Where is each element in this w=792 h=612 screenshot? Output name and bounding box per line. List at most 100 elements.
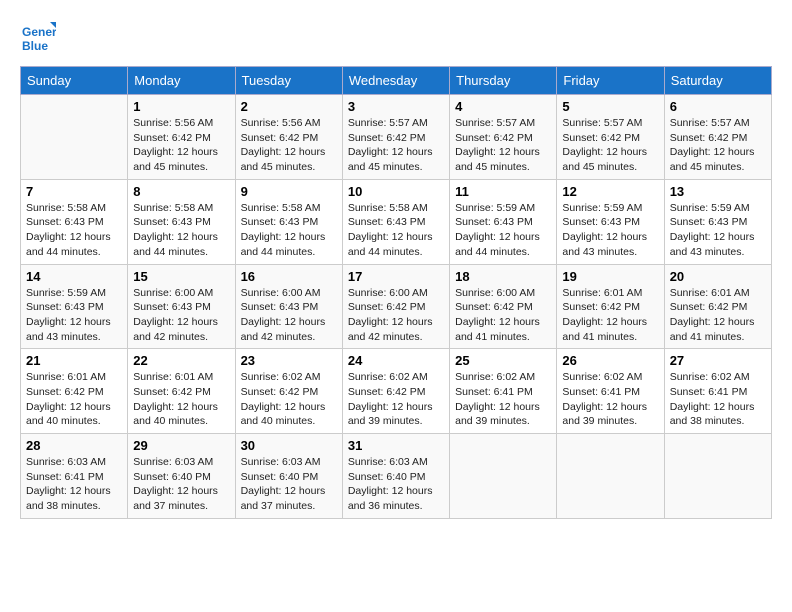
calendar-cell: 8 Sunrise: 5:58 AMSunset: 6:43 PMDaylight… xyxy=(128,179,235,264)
day-number: 17 xyxy=(348,269,444,284)
day-number: 30 xyxy=(241,438,337,453)
day-number: 10 xyxy=(348,184,444,199)
day-info: Sunrise: 5:57 AMSunset: 6:42 PMDaylight:… xyxy=(348,117,433,173)
weekday-header-thursday: Thursday xyxy=(450,67,557,95)
day-info: Sunrise: 5:59 AMSunset: 6:43 PMDaylight:… xyxy=(455,202,540,258)
day-number: 12 xyxy=(562,184,658,199)
day-number: 13 xyxy=(670,184,766,199)
calendar-cell: 5 Sunrise: 5:57 AMSunset: 6:42 PMDaylight… xyxy=(557,95,664,180)
calendar-cell: 15Sunrise: 6:00 AMSunset: 6:43 PMDayligh… xyxy=(128,264,235,349)
day-number: 31 xyxy=(348,438,444,453)
day-info: Sunrise: 6:00 AMSunset: 6:43 PMDaylight:… xyxy=(133,287,218,343)
calendar-cell: 30 Sunrise: 6:03 AMSunset: 6:40 PMDayligh… xyxy=(235,434,342,519)
day-number: 9 xyxy=(241,184,337,199)
day-number: 11 xyxy=(455,184,551,199)
calendar-cell: 12 Sunrise: 5:59 AMSunset: 6:43 PMDayligh… xyxy=(557,179,664,264)
calendar-cell: 10 Sunrise: 5:58 AMSunset: 6:43 PMDayligh… xyxy=(342,179,449,264)
svg-text:General: General xyxy=(22,25,56,39)
calendar-cell: 24Sunrise: 6:02 AMSunset: 6:42 PMDayligh… xyxy=(342,349,449,434)
calendar-cell: 26 Sunrise: 6:02 AMSunset: 6:41 PMDayligh… xyxy=(557,349,664,434)
calendar-cell: 22 Sunrise: 6:01 AMSunset: 6:42 PMDayligh… xyxy=(128,349,235,434)
calendar-cell: 25 Sunrise: 6:02 AMSunset: 6:41 PMDayligh… xyxy=(450,349,557,434)
day-info: Sunrise: 5:56 AMSunset: 6:42 PMDaylight:… xyxy=(241,117,326,173)
day-number: 26 xyxy=(562,353,658,368)
day-info: Sunrise: 6:02 AMSunset: 6:41 PMDaylight:… xyxy=(562,371,647,427)
calendar-cell xyxy=(21,95,128,180)
day-info: Sunrise: 6:03 AMSunset: 6:41 PMDaylight:… xyxy=(26,456,111,512)
svg-text:Blue: Blue xyxy=(22,39,48,53)
day-info: Sunrise: 6:02 AMSunset: 6:41 PMDaylight:… xyxy=(455,371,540,427)
day-info: Sunrise: 6:03 AMSunset: 6:40 PMDaylight:… xyxy=(241,456,326,512)
calendar-cell: 20 Sunrise: 6:01 AMSunset: 6:42 PMDayligh… xyxy=(664,264,771,349)
day-number: 14 xyxy=(26,269,122,284)
calendar-cell: 19Sunrise: 6:01 AMSunset: 6:42 PMDayligh… xyxy=(557,264,664,349)
day-info: Sunrise: 5:59 AMSunset: 6:43 PMDaylight:… xyxy=(26,287,111,343)
day-number: 25 xyxy=(455,353,551,368)
day-number: 1 xyxy=(133,99,229,114)
day-info: Sunrise: 5:56 AMSunset: 6:42 PMDaylight:… xyxy=(133,117,218,173)
day-number: 16 xyxy=(241,269,337,284)
calendar-cell xyxy=(664,434,771,519)
calendar-week-5: 28 Sunrise: 6:03 AMSunset: 6:41 PMDayligh… xyxy=(21,434,772,519)
calendar-cell: 23Sunrise: 6:02 AMSunset: 6:42 PMDayligh… xyxy=(235,349,342,434)
day-info: Sunrise: 6:02 AMSunset: 6:41 PMDaylight:… xyxy=(670,371,755,427)
calendar-cell: 28 Sunrise: 6:03 AMSunset: 6:41 PMDayligh… xyxy=(21,434,128,519)
calendar-cell: 21 Sunrise: 6:01 AMSunset: 6:42 PMDayligh… xyxy=(21,349,128,434)
calendar-week-2: 7 Sunrise: 5:58 AMSunset: 6:43 PMDaylight… xyxy=(21,179,772,264)
calendar-cell: 4Sunrise: 5:57 AMSunset: 6:42 PMDaylight… xyxy=(450,95,557,180)
day-number: 24 xyxy=(348,353,444,368)
calendar-cell: 31 Sunrise: 6:03 AMSunset: 6:40 PMDayligh… xyxy=(342,434,449,519)
day-info: Sunrise: 6:00 AMSunset: 6:43 PMDaylight:… xyxy=(241,287,326,343)
weekday-header-saturday: Saturday xyxy=(664,67,771,95)
day-info: Sunrise: 5:58 AMSunset: 6:43 PMDaylight:… xyxy=(348,202,433,258)
day-number: 5 xyxy=(562,99,658,114)
day-number: 4 xyxy=(455,99,551,114)
day-info: Sunrise: 5:59 AMSunset: 6:43 PMDaylight:… xyxy=(562,202,647,258)
day-info: Sunrise: 6:01 AMSunset: 6:42 PMDaylight:… xyxy=(133,371,218,427)
day-info: Sunrise: 5:58 AMSunset: 6:43 PMDaylight:… xyxy=(241,202,326,258)
day-number: 6 xyxy=(670,99,766,114)
day-info: Sunrise: 6:01 AMSunset: 6:42 PMDaylight:… xyxy=(670,287,755,343)
day-info: Sunrise: 6:00 AMSunset: 6:42 PMDaylight:… xyxy=(348,287,433,343)
calendar-cell xyxy=(557,434,664,519)
day-number: 20 xyxy=(670,269,766,284)
logo-svg: General Blue xyxy=(20,20,56,56)
calendar-cell: 14 Sunrise: 5:59 AMSunset: 6:43 PMDayligh… xyxy=(21,264,128,349)
day-info: Sunrise: 5:58 AMSunset: 6:43 PMDaylight:… xyxy=(26,202,111,258)
calendar-cell: 7 Sunrise: 5:58 AMSunset: 6:43 PMDaylight… xyxy=(21,179,128,264)
calendar-week-3: 14 Sunrise: 5:59 AMSunset: 6:43 PMDayligh… xyxy=(21,264,772,349)
calendar-cell: 29Sunrise: 6:03 AMSunset: 6:40 PMDayligh… xyxy=(128,434,235,519)
day-number: 27 xyxy=(670,353,766,368)
day-number: 2 xyxy=(241,99,337,114)
calendar-cell: 3 Sunrise: 5:57 AMSunset: 6:42 PMDaylight… xyxy=(342,95,449,180)
day-info: Sunrise: 6:00 AMSunset: 6:42 PMDaylight:… xyxy=(455,287,540,343)
calendar-cell: 6Sunrise: 5:57 AMSunset: 6:42 PMDaylight… xyxy=(664,95,771,180)
calendar-cell: 13 Sunrise: 5:59 AMSunset: 6:43 PMDayligh… xyxy=(664,179,771,264)
day-number: 19 xyxy=(562,269,658,284)
calendar-week-4: 21 Sunrise: 6:01 AMSunset: 6:42 PMDayligh… xyxy=(21,349,772,434)
day-number: 7 xyxy=(26,184,122,199)
day-info: Sunrise: 6:03 AMSunset: 6:40 PMDaylight:… xyxy=(133,456,218,512)
weekday-header-wednesday: Wednesday xyxy=(342,67,449,95)
logo: General Blue xyxy=(20,20,56,56)
weekday-header-tuesday: Tuesday xyxy=(235,67,342,95)
day-number: 3 xyxy=(348,99,444,114)
day-number: 22 xyxy=(133,353,229,368)
calendar-cell: 1 Sunrise: 5:56 AMSunset: 6:42 PMDaylight… xyxy=(128,95,235,180)
day-info: Sunrise: 5:57 AMSunset: 6:42 PMDaylight:… xyxy=(562,117,647,173)
calendar-cell: 27 Sunrise: 6:02 AMSunset: 6:41 PMDayligh… xyxy=(664,349,771,434)
day-info: Sunrise: 6:03 AMSunset: 6:40 PMDaylight:… xyxy=(348,456,433,512)
weekday-header-sunday: Sunday xyxy=(21,67,128,95)
calendar-table: SundayMondayTuesdayWednesdayThursdayFrid… xyxy=(20,66,772,519)
page-header: General Blue xyxy=(20,20,772,56)
calendar-cell xyxy=(450,434,557,519)
calendar-cell: 17 Sunrise: 6:00 AMSunset: 6:42 PMDayligh… xyxy=(342,264,449,349)
day-number: 21 xyxy=(26,353,122,368)
day-number: 28 xyxy=(26,438,122,453)
day-number: 8 xyxy=(133,184,229,199)
day-info: Sunrise: 5:58 AMSunset: 6:43 PMDaylight:… xyxy=(133,202,218,258)
day-info: Sunrise: 6:01 AMSunset: 6:42 PMDaylight:… xyxy=(26,371,111,427)
calendar-week-1: 1 Sunrise: 5:56 AMSunset: 6:42 PMDaylight… xyxy=(21,95,772,180)
weekday-header-friday: Friday xyxy=(557,67,664,95)
day-info: Sunrise: 5:59 AMSunset: 6:43 PMDaylight:… xyxy=(670,202,755,258)
